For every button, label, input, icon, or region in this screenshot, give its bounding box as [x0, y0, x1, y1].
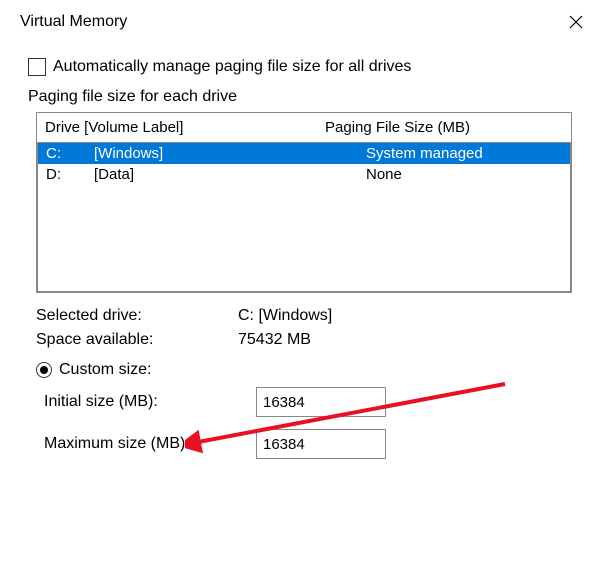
drive-box: Drive [Volume Label] Paging File Size (M…	[36, 112, 572, 293]
maximum-size-input[interactable]	[256, 429, 386, 459]
paging-section-label: Paging file size for each drive	[28, 88, 572, 106]
drive-letter: C:	[46, 145, 94, 162]
drive-header-left: Drive [Volume Label]	[45, 119, 325, 136]
titlebar: Virtual Memory	[0, 0, 600, 44]
selected-drive-row: Selected drive: C: [Windows]	[36, 307, 572, 325]
space-available-label: Space available:	[36, 331, 238, 349]
selected-drive-label: Selected drive:	[36, 307, 238, 325]
auto-manage-row: Automatically manage paging file size fo…	[28, 58, 572, 76]
selected-drive-value: C: [Windows]	[238, 307, 332, 325]
close-icon[interactable]	[566, 12, 586, 32]
custom-size-radio[interactable]	[36, 362, 52, 378]
drive-header-right: Paging File Size (MB)	[325, 119, 470, 136]
maximum-size-row: Maximum size (MB):	[44, 429, 572, 459]
auto-manage-label: Automatically manage paging file size fo…	[53, 58, 411, 76]
drive-paging-size: System managed	[366, 145, 562, 162]
drive-info: Selected drive: C: [Windows] Space avail…	[36, 307, 572, 349]
initial-size-row: Initial size (MB):	[44, 387, 572, 417]
drive-volume-label: [Data]	[94, 166, 366, 183]
initial-size-label: Initial size (MB):	[44, 393, 256, 411]
custom-size-label: Custom size:	[59, 361, 151, 379]
drive-list[interactable]: C:[Windows]System managedD:[Data]None	[37, 142, 571, 292]
drive-letter: D:	[46, 166, 94, 183]
drive-volume-label: [Windows]	[94, 145, 366, 162]
space-available-row: Space available: 75432 MB	[36, 331, 572, 349]
maximum-size-label: Maximum size (MB):	[44, 435, 256, 453]
space-available-value: 75432 MB	[238, 331, 311, 349]
drive-row[interactable]: D:[Data]None	[38, 164, 570, 185]
dialog-content: Automatically manage paging file size fo…	[0, 44, 600, 481]
drive-row[interactable]: C:[Windows]System managed	[38, 143, 570, 164]
custom-size-row: Custom size:	[36, 361, 572, 379]
window-title: Virtual Memory	[20, 13, 127, 31]
auto-manage-checkbox[interactable]	[28, 58, 46, 76]
initial-size-input[interactable]	[256, 387, 386, 417]
drive-paging-size: None	[366, 166, 562, 183]
drive-list-header: Drive [Volume Label] Paging File Size (M…	[37, 113, 571, 142]
